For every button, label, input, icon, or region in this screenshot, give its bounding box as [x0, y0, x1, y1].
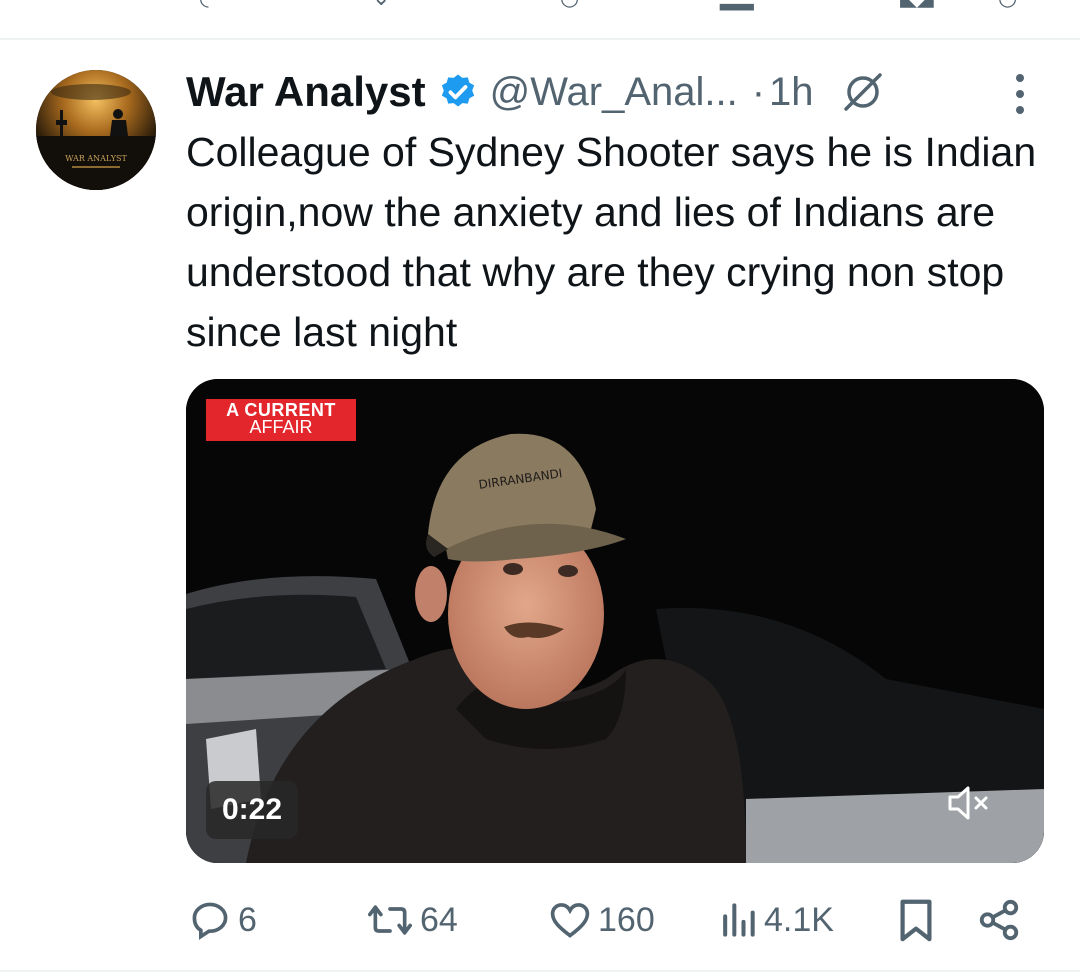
tweet-divider: [0, 38, 1080, 40]
author-handle[interactable]: @War_Anal...: [490, 70, 738, 115]
prev-views-icon: ▂▂: [720, 0, 754, 9]
video-frame: DIRRANBANDI: [186, 379, 1044, 863]
separator-dot: ·: [751, 69, 766, 114]
share-icon: [979, 899, 1019, 941]
video-duration: 0:22: [206, 781, 299, 839]
reply-button[interactable]: 6: [188, 890, 257, 950]
bottom-divider: [0, 970, 1080, 972]
tweet-time[interactable]: 1h: [769, 70, 814, 115]
prev-reply-icon: ◟: [200, 0, 209, 9]
avatar[interactable]: WAR ANALYST: [36, 70, 156, 190]
prev-share-icon: ◡: [998, 0, 1017, 9]
reply-icon: [192, 902, 228, 940]
reply-count: 6: [238, 900, 257, 939]
mute-icon[interactable]: [946, 783, 992, 823]
prev-repost-icon: ⌄: [372, 0, 390, 9]
badge-line-2: AFFAIR: [249, 417, 313, 437]
verified-badge-icon: [441, 74, 474, 107]
share-button[interactable]: [976, 890, 1028, 950]
views-icon: [723, 903, 755, 937]
grok-icon[interactable]: [840, 69, 886, 115]
tweet-action-bar: 6 64 160 4.1K: [0, 890, 1080, 950]
repost-icon: [368, 905, 412, 935]
bookmark-button[interactable]: [896, 890, 942, 950]
more-icon[interactable]: [1010, 72, 1030, 116]
like-count: 160: [598, 900, 655, 939]
prev-like-icon: ◡: [560, 0, 579, 9]
repost-button[interactable]: 64: [366, 890, 458, 950]
views-button[interactable]: 4.1K: [718, 890, 834, 950]
prev-bookmark-icon: ◣◢: [900, 0, 934, 9]
bookmark-icon: [900, 899, 932, 942]
like-button[interactable]: 160: [548, 890, 655, 950]
tweet-header: War Analyst @War_Anal... · 1h: [186, 64, 886, 120]
svg-text:WAR ANALYST: WAR ANALYST: [65, 154, 127, 163]
like-icon: [550, 903, 590, 938]
author-name[interactable]: War Analyst: [186, 68, 426, 116]
views-count: 4.1K: [764, 900, 834, 939]
broadcaster-badge: A CURRENT AFFAIR: [206, 399, 356, 441]
video-player[interactable]: DIRRANBANDI A CURRENT AFFAIR 0:22: [186, 379, 1044, 863]
previous-tweet-actions: ◟ ⌄ ◡ ▂▂ ◣◢ ◡: [0, 0, 1080, 10]
tweet-text: Colleague of Sydney Shooter says he is I…: [186, 129, 1037, 355]
repost-count: 64: [420, 900, 458, 939]
